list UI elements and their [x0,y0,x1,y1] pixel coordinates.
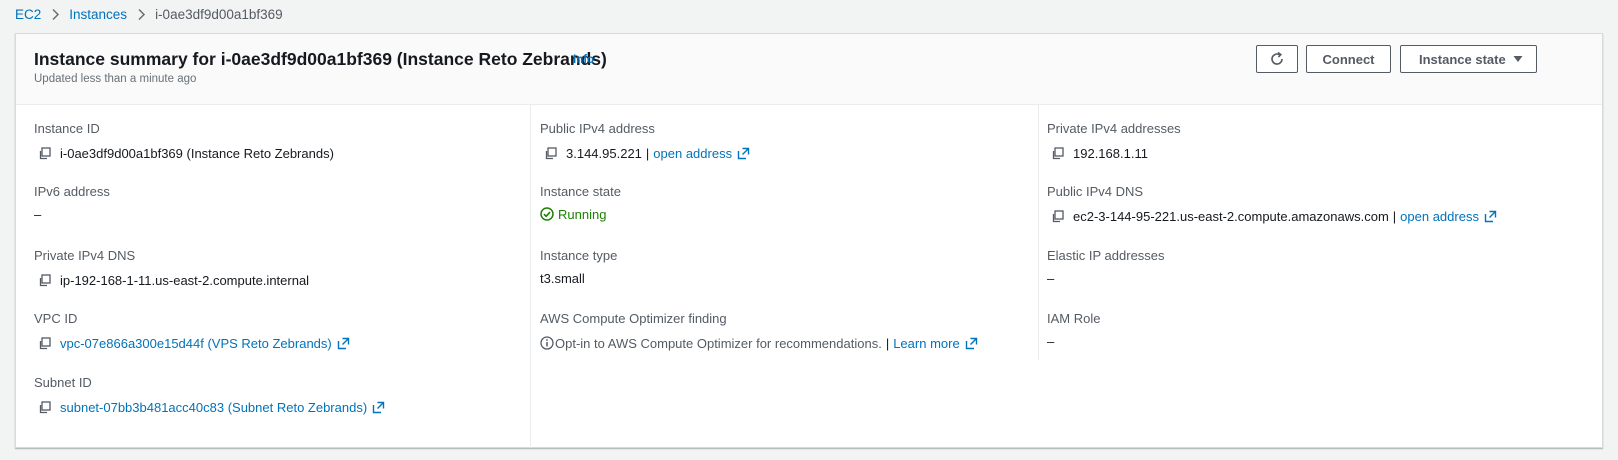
chevron-right-icon [41,8,69,21]
ipv6-field: IPv6 address – [34,184,110,222]
iam-role-field: IAM Role – [1047,311,1101,349]
copy-icon[interactable] [38,273,51,287]
instance-id-field: Instance ID i-0ae3df9d00a1bf369 (Instanc… [34,121,334,161]
info-circle-icon [540,336,554,350]
breadcrumb-ec2[interactable]: EC2 [15,7,41,22]
refresh-button[interactable] [1256,45,1298,73]
public-dns-value: ec2-3-144-95-221.us-east-2.compute.amazo… [1073,208,1389,224]
subnet-id-link[interactable]: subnet-07bb3b481acc40c83 (Subnet Reto Ze… [60,400,367,415]
open-address-link[interactable]: open address [653,146,732,161]
page-title: Instance summary for i-0ae3df9d00a1bf369… [34,49,607,69]
private-ipv4-field: Private IPv4 addresses 192.168.1.11 [1047,121,1181,161]
field-value: ip-192-168-1-11.us-east-2.compute.intern… [34,272,309,288]
private-dns-field: Private IPv4 DNS ip-192-168-1-11.us-east… [34,248,309,288]
caret-down-icon [1513,56,1523,62]
public-ipv4-value: 3.144.95.221 [566,145,642,161]
instance-state-value: Running [558,206,607,222]
vpc-id-link[interactable]: vpc-07e866a300e15d44f (VPS Reto Zebrands… [60,336,332,351]
optimizer-value: Opt-in to AWS Compute Optimizer for reco… [555,335,882,351]
external-link-icon[interactable] [965,337,978,350]
open-address-link[interactable]: open address [1400,209,1479,224]
separator: | [645,145,650,161]
optimizer-field: AWS Compute Optimizer finding Opt-in to … [540,311,977,351]
field-value: 192.168.1.11 [1047,145,1148,161]
copy-icon[interactable] [38,400,51,414]
field-label: Public IPv4 address [540,121,655,136]
field-label: AWS Compute Optimizer finding [540,311,727,326]
copy-icon[interactable] [38,336,51,350]
copy-icon[interactable] [38,146,51,160]
instance-id-value: i-0ae3df9d00a1bf369 (Instance Reto Zebra… [60,145,334,161]
copy-icon[interactable] [544,146,557,160]
copy-icon[interactable] [1051,146,1064,160]
separator: | [885,335,890,351]
chevron-right-icon [127,8,155,21]
vpc-id-field: VPC ID vpc-07e866a300e15d44f (VPS Reto Z… [34,311,349,351]
field-label: Instance ID [34,121,100,136]
field-value: 3.144.95.221 | open address [540,145,750,161]
field-label: Instance state [540,184,621,199]
instance-state-label: Instance state [1419,51,1506,67]
instance-summary-panel: Instance summary for i-0ae3df9d00a1bf369… [15,33,1603,448]
field-value: Opt-in to AWS Compute Optimizer for reco… [540,335,978,351]
external-link-icon[interactable] [372,401,385,414]
connect-button[interactable]: Connect [1306,45,1391,73]
field-value: subnet-07bb3b481acc40c83 (Subnet Reto Ze… [34,399,385,415]
info-link[interactable]: Info [573,54,594,66]
breadcrumb-instances[interactable]: Instances [69,7,127,22]
breadcrumb-current: i-0ae3df9d00a1bf369 [155,6,283,22]
details-column-3: Private IPv4 addresses 192.168.1.11 Publ… [1038,105,1604,448]
panel-header: Instance summary for i-0ae3df9d00a1bf369… [16,34,1602,105]
public-ipv4-field: Public IPv4 address 3.144.95.221 | open … [540,121,750,161]
field-label: IPv6 address [34,184,110,199]
field-label: IAM Role [1047,311,1101,326]
details-column-1: Instance ID i-0ae3df9d00a1bf369 (Instanc… [16,105,531,448]
field-label: Subnet ID [34,375,92,390]
learn-more-link[interactable]: Learn more [893,336,959,351]
elastic-ip-field: Elastic IP addresses – [1047,248,1165,286]
private-ipv4-value: 192.168.1.11 [1073,145,1148,161]
field-label: VPC ID [34,311,78,326]
separator: | [1392,208,1397,224]
field-value: Running [540,206,606,222]
field-label: Private IPv4 DNS [34,248,136,263]
external-link-icon[interactable] [737,147,750,160]
field-label: Public IPv4 DNS [1047,184,1144,199]
subnet-id-field: Subnet ID subnet-07bb3b481acc40c83 (Subn… [34,375,385,415]
ipv6-value: – [34,206,42,222]
private-dns-value: ip-192-168-1-11.us-east-2.compute.intern… [60,272,310,288]
field-value: vpc-07e866a300e15d44f (VPS Reto Zebrands… [34,335,350,351]
field-label: Private IPv4 addresses [1047,121,1181,136]
copy-icon[interactable] [1051,209,1064,223]
field-label: Instance type [540,248,618,263]
instance-state-button[interactable]: Instance state [1400,45,1537,73]
updated-status: Updated less than a minute ago [34,73,197,85]
refresh-icon [1271,51,1283,65]
breadcrumb: EC2 Instances i-0ae3df9d00a1bf369 [15,5,283,23]
elastic-ip-value: – [1047,270,1055,286]
field-label: Elastic IP addresses [1047,248,1165,263]
external-link-icon[interactable] [337,337,350,350]
instance-state-field: Instance state Running [540,184,621,222]
status-check-icon [540,207,554,221]
instance-type-value: t3.small [540,270,585,286]
iam-role-value: – [1047,333,1055,349]
field-value: ec2-3-144-95-221.us-east-2.compute.amazo… [1047,208,1497,224]
instance-type-field: Instance type t3.small [540,248,618,286]
public-dns-field: Public IPv4 DNS ec2-3-144-95-221.us-east… [1047,184,1497,224]
external-link-icon[interactable] [1484,210,1497,223]
details-column-2: Public IPv4 address 3.144.95.221 | open … [531,105,1038,448]
field-value: i-0ae3df9d00a1bf369 (Instance Reto Zebra… [34,145,334,161]
